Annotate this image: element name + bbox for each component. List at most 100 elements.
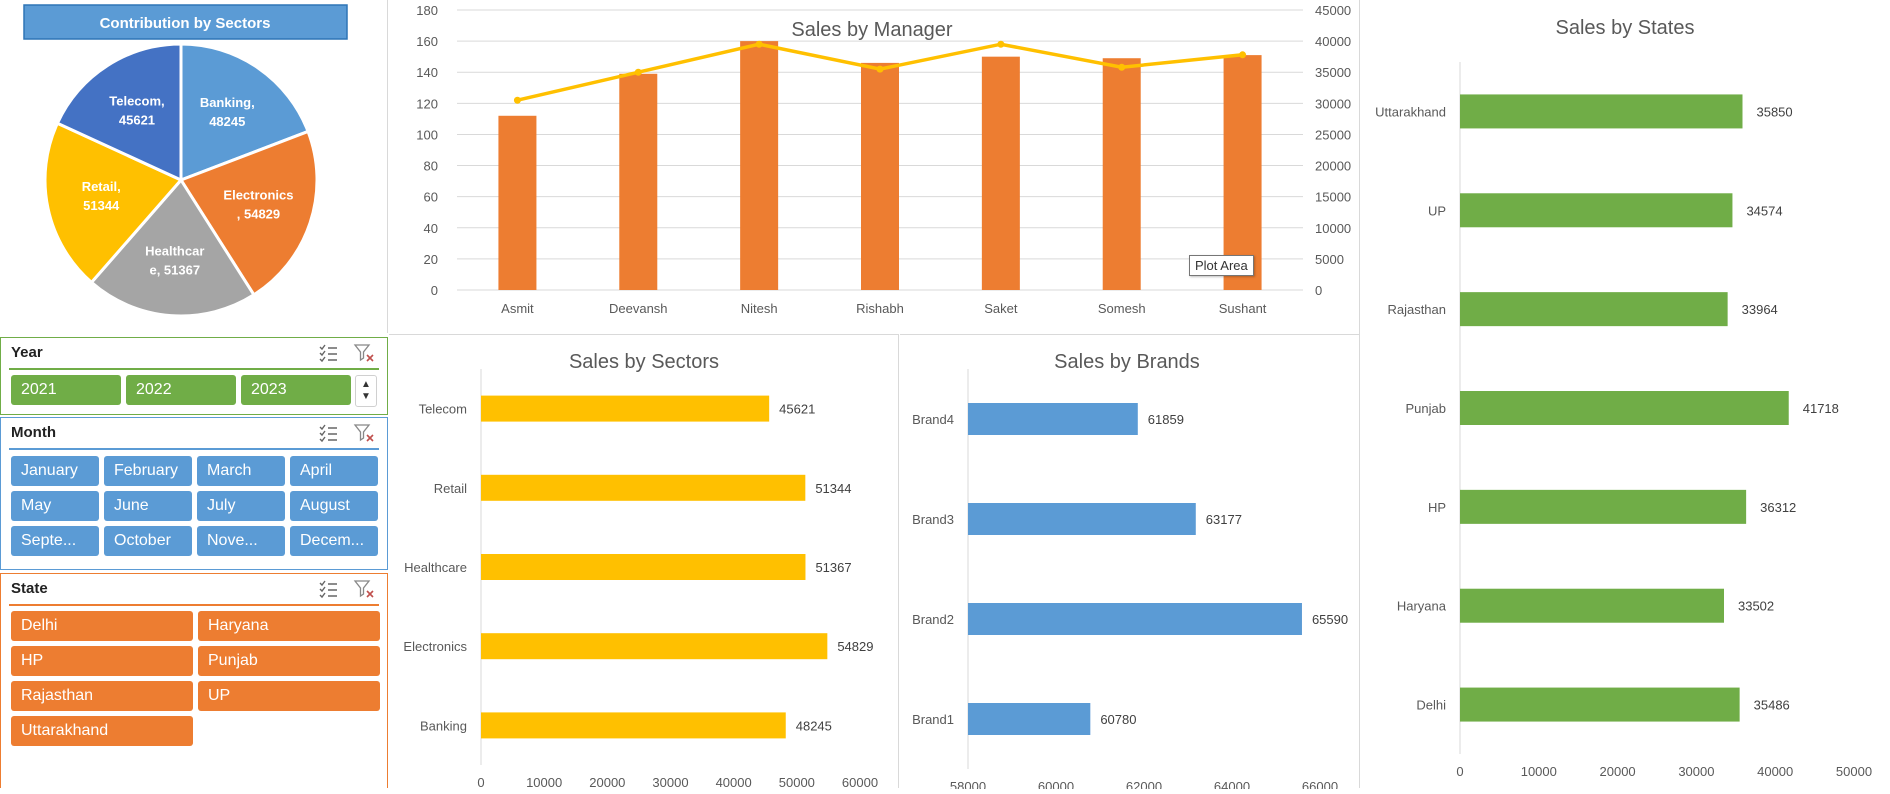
- scroll-down-icon[interactable]: ▼: [361, 391, 371, 403]
- y-tick-label: 0: [431, 283, 438, 298]
- category-label: UP: [1428, 203, 1446, 218]
- pie-data-label: Banking,: [200, 95, 255, 110]
- clear-filter-icon[interactable]: [353, 578, 375, 600]
- month-item-nove[interactable]: Nove...: [197, 526, 285, 556]
- line-point: [634, 68, 642, 76]
- x-tick-label: 20000: [589, 775, 625, 789]
- category-label: Delhi: [1416, 698, 1446, 713]
- state-item-uttarakhand[interactable]: Uttarakhand: [11, 716, 193, 746]
- bar: [1460, 391, 1789, 425]
- data-label: 60780: [1100, 712, 1136, 727]
- pie-data-label: Healthcar: [145, 243, 204, 258]
- month-item-june[interactable]: June: [104, 491, 192, 521]
- month-item-decem[interactable]: Decem...: [290, 526, 378, 556]
- month-slicer-title: Month: [11, 424, 56, 441]
- category-label: Banking: [420, 718, 467, 733]
- multi-select-icon[interactable]: [317, 578, 339, 600]
- month-item-may[interactable]: May: [11, 491, 99, 521]
- pie-data-label: 48245: [209, 114, 245, 129]
- state-item-punjab[interactable]: Punjab: [198, 646, 380, 676]
- sectors-chart-panel[interactable]: Sales by Sectors 0 10000 20000 30000 40000 500…: [389, 334, 899, 790]
- month-item-septe[interactable]: Septe...: [11, 526, 99, 556]
- bar: [481, 395, 770, 422]
- year-item-2023[interactable]: 2023: [241, 375, 351, 405]
- clear-filter-icon[interactable]: [353, 342, 375, 364]
- pie-data-label: Electronics: [223, 188, 293, 203]
- bar: [740, 41, 779, 290]
- state-item-hp[interactable]: HP: [11, 646, 193, 676]
- bar: [1460, 193, 1733, 228]
- state-item-delhi[interactable]: Delhi: [11, 611, 193, 641]
- y2-tick-label: 40000: [1315, 34, 1351, 49]
- x-tick-label: Saket: [984, 301, 1018, 316]
- category-label: Retail: [434, 481, 467, 496]
- states-chart-panel[interactable]: Sales by States 0 10000 20000 30000 40000 5000…: [1359, 0, 1890, 788]
- year-slicer-title: Year: [11, 344, 43, 361]
- state-item-rajasthan[interactable]: Rajasthan: [11, 681, 193, 711]
- pie-data-label: e, 51367: [149, 262, 200, 277]
- data-label: 35486: [1754, 698, 1790, 713]
- year-slicer-items: 2021 2022 2023: [11, 375, 351, 405]
- data-label: 65590: [1312, 612, 1348, 627]
- x-tick-label: 30000: [1678, 764, 1714, 779]
- category-label: Uttarakhand: [1375, 104, 1446, 119]
- multi-select-icon[interactable]: [317, 342, 339, 364]
- bar: [1460, 292, 1728, 327]
- pie-data-label: 51344: [83, 198, 120, 213]
- bar: [968, 403, 1138, 435]
- month-item-april[interactable]: April: [290, 456, 378, 486]
- month-item-october[interactable]: October: [104, 526, 192, 556]
- data-label: 36312: [1760, 500, 1796, 515]
- pie-chart-panel[interactable]: Contribution by Sectors Banking, 48245 Elec…: [0, 0, 388, 333]
- multi-select-icon[interactable]: [317, 422, 339, 444]
- y2-tick-label: 10000: [1315, 221, 1351, 236]
- year-item-2021[interactable]: 2021: [11, 375, 121, 405]
- brands-chart-panel[interactable]: Sales by Brands 58000 60000 62000 64000 66000…: [900, 334, 1359, 794]
- month-item-january[interactable]: January: [11, 456, 99, 486]
- bar: [968, 503, 1196, 535]
- y-tick-label: 100: [416, 127, 438, 142]
- month-slicer: Month January February March April May June Ju…: [0, 417, 388, 570]
- state-item-haryana[interactable]: Haryana: [198, 611, 380, 641]
- year-slicer: Year 2021 2022 2023 ▲ ▼: [0, 337, 388, 415]
- y-tick-label: 80: [424, 159, 438, 174]
- state-item-up[interactable]: UP: [198, 681, 380, 711]
- month-item-february[interactable]: February: [104, 456, 192, 486]
- month-item-july[interactable]: July: [197, 491, 285, 521]
- bar: [861, 62, 899, 291]
- x-tick-label: 50000: [779, 775, 815, 789]
- chart-title: Sales by Sectors: [569, 351, 719, 373]
- states-chart: Sales by States 0 10000 20000 30000 40000 5000…: [1375, 17, 1872, 779]
- sectors-chart: Sales by Sectors 0 10000 20000 30000 40000 500…: [403, 351, 878, 790]
- line-point: [876, 65, 884, 73]
- scroll-up-icon[interactable]: ▲: [361, 379, 371, 391]
- year-item-2022[interactable]: 2022: [126, 375, 236, 405]
- y-tick-label: 180: [416, 3, 438, 18]
- data-label: 63177: [1206, 512, 1242, 527]
- data-label: 34574: [1746, 203, 1782, 218]
- x-tick-label: Sushant: [1219, 301, 1267, 316]
- y-tick-label: 20: [424, 252, 438, 267]
- data-label: 33964: [1742, 302, 1778, 317]
- category-label: Punjab: [1406, 401, 1446, 416]
- y-tick-label: 160: [416, 34, 438, 49]
- slicer-scroll[interactable]: ▲ ▼: [355, 375, 377, 407]
- brands-chart: Sales by Brands58000 60000 62000 64000 66000…: [912, 351, 1348, 794]
- data-label: 45621: [779, 402, 815, 417]
- category-label: Rajasthan: [1387, 302, 1446, 317]
- month-item-march[interactable]: March: [197, 456, 285, 486]
- clear-filter-icon[interactable]: [353, 422, 375, 444]
- month-item-august[interactable]: August: [290, 491, 378, 521]
- data-label: 51367: [815, 560, 851, 575]
- category-label: Brand3: [912, 512, 954, 527]
- bar: [1460, 489, 1747, 524]
- bar: [1460, 94, 1743, 129]
- y2-tick-label: 30000: [1315, 96, 1351, 111]
- manager-chart-panel[interactable]: Sales by Manager 0 20 40 60 80 100 120 140 160 180…: [389, 0, 1358, 333]
- x-tick-label: 20000: [1600, 764, 1636, 779]
- bar: [968, 703, 1091, 735]
- category-label: Brand1: [912, 712, 954, 727]
- y2-tick-label: 35000: [1315, 65, 1351, 80]
- bar: [481, 633, 828, 660]
- y-tick-label: 120: [416, 96, 438, 111]
